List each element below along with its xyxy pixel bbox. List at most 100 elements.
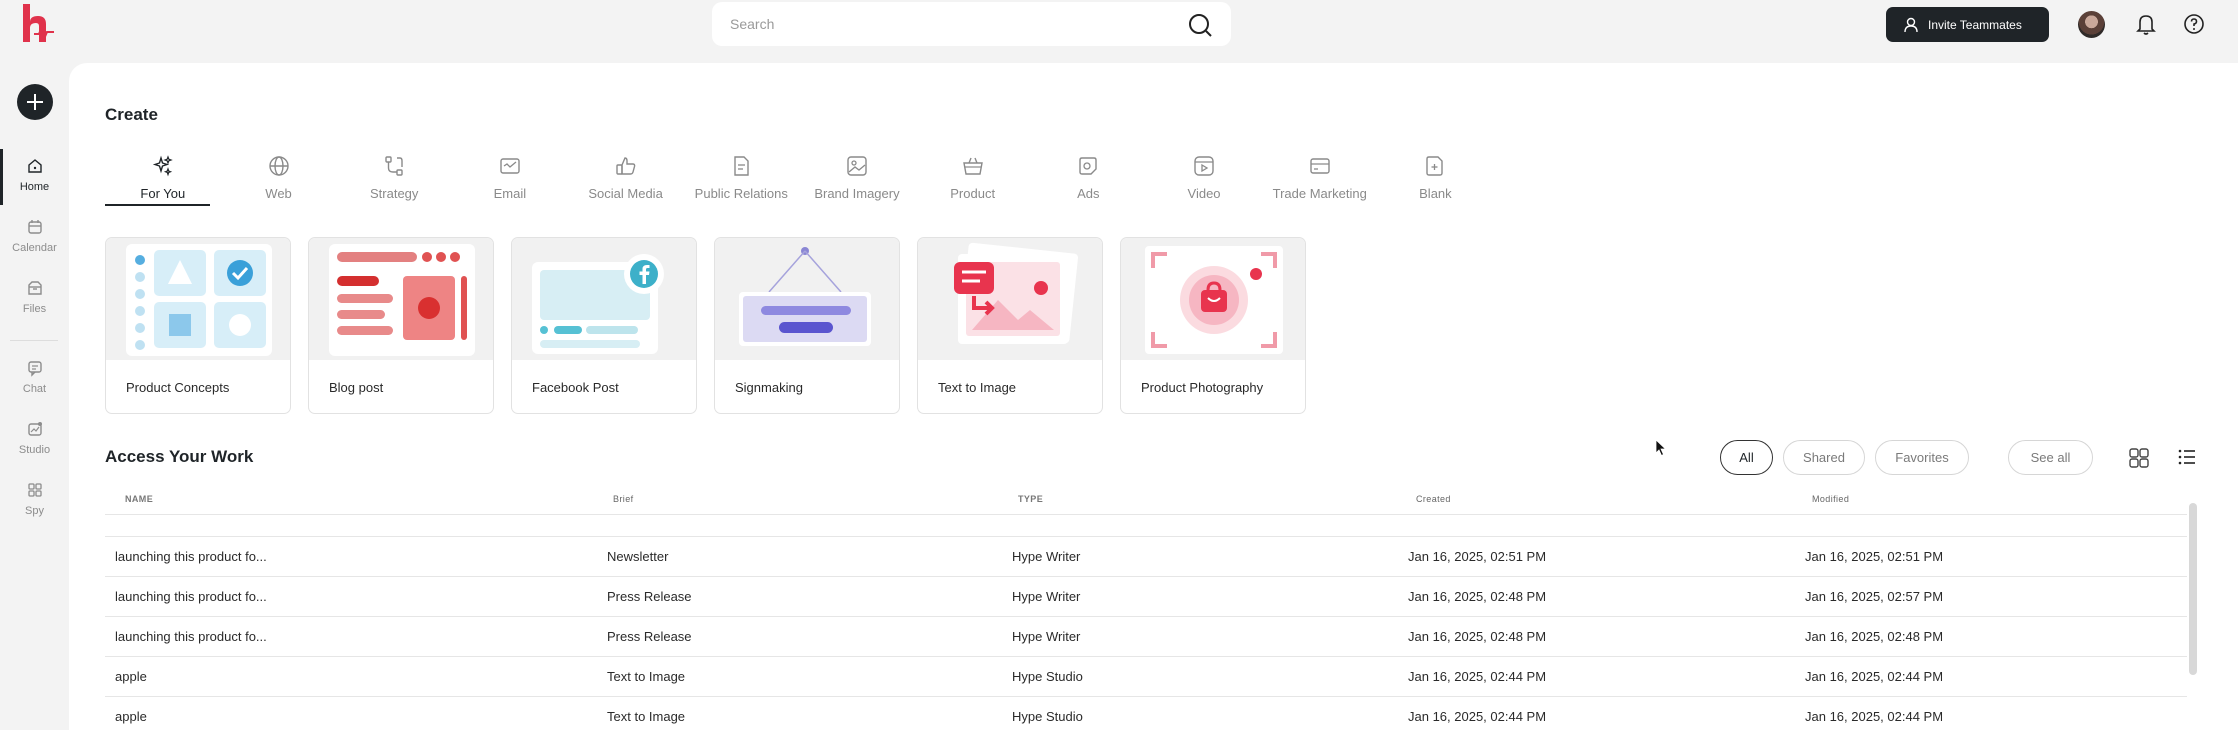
invite-label: Invite Teammates bbox=[1928, 17, 2022, 32]
tab-email[interactable]: Email bbox=[452, 148, 568, 206]
card-label: Facebook Post bbox=[532, 379, 619, 395]
template-cards: Product Concepts Blog post Facebook Post… bbox=[105, 237, 1306, 414]
blank-icon bbox=[1426, 156, 1444, 176]
card-thumbnail bbox=[1121, 238, 1305, 360]
search-bar[interactable]: Search bbox=[712, 2, 1231, 46]
search-icon[interactable] bbox=[1187, 12, 1213, 38]
tab-web[interactable]: Web bbox=[221, 148, 337, 206]
sparkles-icon bbox=[152, 155, 173, 177]
filter-all[interactable]: All bbox=[1720, 440, 1773, 475]
invite-teammates-button[interactable]: Invite Teammates bbox=[1886, 7, 2049, 42]
text-to-image-illustration bbox=[954, 242, 1079, 344]
cell-created: Jan 16, 2025, 02:44 PM bbox=[1408, 709, 1547, 724]
list-view-icon[interactable] bbox=[2177, 447, 2197, 467]
table-row[interactable]: launching this product fo... Press Relea… bbox=[105, 576, 2187, 616]
hype-logo[interactable] bbox=[20, 4, 56, 46]
column-header-brief[interactable]: Brief bbox=[613, 494, 634, 504]
email-icon bbox=[500, 158, 520, 174]
card-thumbnail bbox=[918, 238, 1102, 360]
spy-icon bbox=[27, 483, 42, 497]
table-body: launching this product fo... Newsletter … bbox=[105, 536, 2187, 730]
sidebar-item-label: Home bbox=[19, 181, 50, 193]
create-title: Create bbox=[105, 105, 158, 124]
tab-product[interactable]: Product bbox=[915, 148, 1031, 206]
cell-modified: Jan 16, 2025, 02:51 PM bbox=[1805, 549, 1944, 564]
product-concepts-illustration bbox=[126, 244, 272, 356]
sidebar: Home Calendar Files Chat Studio Spy bbox=[0, 63, 69, 730]
sidebar-item-studio[interactable]: Studio bbox=[0, 412, 69, 472]
sidebar-item-calendar[interactable]: Calendar bbox=[0, 210, 69, 270]
sidebar-item-chat[interactable]: Chat bbox=[0, 351, 69, 411]
cell-name: launching this product fo... bbox=[115, 629, 267, 644]
signmaking-illustration bbox=[739, 247, 871, 346]
tab-ads[interactable]: Ads bbox=[1031, 148, 1147, 206]
card-thumbnail bbox=[715, 238, 899, 360]
tab-for-you[interactable]: For You bbox=[105, 148, 221, 206]
cell-created: Jan 16, 2025, 02:44 PM bbox=[1408, 669, 1547, 684]
card-product-concepts[interactable]: Product Concepts bbox=[105, 237, 291, 414]
sidebar-item-label: Files bbox=[22, 303, 47, 315]
cell-brief: Text to Image bbox=[607, 669, 686, 684]
table-row[interactable]: apple Text to Image Hype Studio Jan 16, … bbox=[105, 656, 2187, 696]
tab-social-media[interactable]: Social Media bbox=[568, 148, 684, 206]
card-facebook-post[interactable]: Facebook Post bbox=[511, 237, 697, 414]
tab-label: Trade Marketing bbox=[1272, 186, 1367, 201]
card-thumbnail bbox=[512, 238, 696, 360]
cell-name: launching this product fo... bbox=[115, 549, 267, 564]
card-icon bbox=[1310, 158, 1330, 174]
new-button[interactable] bbox=[17, 84, 53, 120]
card-signmaking[interactable]: Signmaking bbox=[714, 237, 900, 414]
tab-label: Video bbox=[1187, 186, 1221, 201]
column-header-name[interactable]: NAME bbox=[125, 494, 153, 504]
table-row[interactable]: launching this product fo... Newsletter … bbox=[105, 536, 2187, 576]
filter-shared[interactable]: Shared bbox=[1783, 440, 1865, 475]
facebook-post-illustration bbox=[532, 254, 664, 354]
cell-brief: Press Release bbox=[607, 629, 692, 644]
sidebar-item-files[interactable]: Files bbox=[0, 271, 69, 331]
card-label: Product Concepts bbox=[126, 379, 230, 395]
sidebar-item-label: Chat bbox=[22, 383, 47, 395]
see-all-button[interactable]: See all bbox=[2008, 440, 2093, 475]
table-scrollbar[interactable] bbox=[2189, 503, 2197, 675]
column-header-modified[interactable]: Modified bbox=[1812, 494, 1849, 504]
grid-view-icon[interactable] bbox=[2128, 447, 2150, 469]
cell-name: apple bbox=[115, 669, 147, 684]
cell-brief: Press Release bbox=[607, 589, 692, 604]
cell-modified: Jan 16, 2025, 02:48 PM bbox=[1805, 629, 1944, 644]
tab-brand-imagery[interactable]: Brand Imagery bbox=[799, 148, 915, 206]
column-header-created[interactable]: Created bbox=[1416, 494, 1451, 504]
card-blog-post[interactable]: Blog post bbox=[308, 237, 494, 414]
tab-video[interactable]: Video bbox=[1146, 148, 1262, 206]
tab-label: Email bbox=[493, 186, 527, 201]
strategy-icon bbox=[385, 156, 403, 176]
tab-strategy[interactable]: Strategy bbox=[336, 148, 452, 206]
column-header-type[interactable]: TYPE bbox=[1018, 494, 1043, 504]
table-row[interactable]: apple Text to Image Hype Studio Jan 16, … bbox=[105, 696, 2187, 730]
card-text-to-image[interactable]: Text to Image bbox=[917, 237, 1103, 414]
card-product-photography[interactable]: Product Photography bbox=[1120, 237, 1306, 414]
user-icon bbox=[1904, 17, 1918, 32]
cell-created: Jan 16, 2025, 02:51 PM bbox=[1408, 549, 1547, 564]
cell-type: Hype Writer bbox=[1012, 589, 1081, 604]
ads-icon bbox=[1079, 157, 1098, 175]
help-icon[interactable] bbox=[2183, 13, 2205, 35]
bell-icon[interactable] bbox=[2135, 12, 2157, 36]
card-thumbnail bbox=[106, 238, 290, 360]
image-icon bbox=[847, 156, 867, 176]
video-icon bbox=[1194, 156, 1214, 176]
filter-favorites[interactable]: Favorites bbox=[1875, 440, 1969, 475]
avatar[interactable] bbox=[2078, 11, 2105, 38]
table-row[interactable]: launching this product fo... Press Relea… bbox=[105, 616, 2187, 656]
card-label: Product Photography bbox=[1141, 379, 1264, 395]
main-panel: Create For You Web Strategy Email Social… bbox=[69, 63, 2238, 730]
mouse-cursor-icon bbox=[1655, 439, 1667, 457]
tab-blank[interactable]: Blank bbox=[1378, 148, 1494, 206]
tab-public-relations[interactable]: Public Relations bbox=[683, 148, 799, 206]
chat-icon bbox=[27, 361, 42, 377]
tab-label: Brand Imagery bbox=[814, 186, 900, 201]
cell-type: Hype Studio bbox=[1012, 669, 1083, 684]
sidebar-item-spy[interactable]: Spy bbox=[0, 473, 69, 533]
tab-trade-marketing[interactable]: Trade Marketing bbox=[1262, 148, 1378, 206]
top-bar: Search Invite Teammates bbox=[0, 0, 2238, 63]
sidebar-item-home[interactable]: Home bbox=[0, 149, 69, 209]
